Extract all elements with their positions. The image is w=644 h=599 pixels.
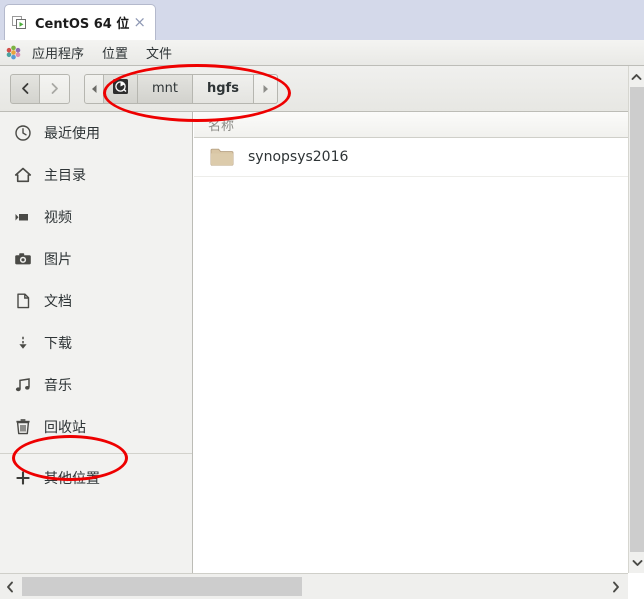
video-camera-icon [14, 208, 32, 226]
trash-icon [14, 418, 32, 436]
file-name-label: synopsys2016 [248, 149, 349, 165]
sidebar-item-label: 文档 [44, 294, 72, 310]
file-list-view: 名称 synopsys2016 [194, 112, 628, 573]
document-icon [14, 292, 32, 310]
navigation-buttons [10, 73, 70, 104]
sidebar-item-videos[interactable]: 视频 [0, 196, 192, 238]
virtual-machine-icon [11, 14, 29, 32]
breadcrumb-device-root[interactable] [104, 73, 138, 104]
sidebar-item-downloads[interactable]: 下载 [0, 322, 192, 364]
chevron-up-icon [631, 73, 642, 80]
sidebar-item-label: 最近使用 [44, 126, 100, 142]
sidebar-other-locations[interactable]: 其他位置 [0, 458, 192, 498]
vmware-window-chrome: CentOS 64 位 × [0, 0, 644, 40]
sidebar-item-trash[interactable]: 回收站 [0, 406, 192, 448]
file-manager-window: mnt hgfs 最近使用 主目录 视频 图片 文档 下载 音乐 回收站 其他位… [0, 66, 644, 599]
home-icon [14, 166, 32, 184]
sidebar-item-label: 音乐 [44, 378, 72, 394]
gnome-applications-icon [6, 45, 21, 60]
table-row[interactable]: synopsys2016 [194, 138, 628, 177]
breadcrumb-scroll-left-button[interactable] [84, 73, 104, 104]
scroll-up-button[interactable] [629, 66, 644, 87]
breadcrumb-scroll-right-button[interactable] [253, 73, 278, 104]
places-sidebar: 最近使用 主目录 视频 图片 文档 下载 音乐 回收站 其他位置 [0, 112, 193, 573]
vmware-vm-tab[interactable]: CentOS 64 位 × [4, 4, 156, 40]
sidebar-other-locations-label: 其他位置 [44, 471, 100, 487]
chevron-left-icon [7, 581, 13, 592]
triangle-right-icon [263, 84, 268, 93]
vmware-tab-title: CentOS 64 位 [35, 17, 130, 32]
drive-icon [112, 78, 129, 99]
camera-icon [14, 250, 32, 268]
column-header-label: 名称 [208, 119, 235, 134]
vertical-scrollbar-thumb[interactable] [630, 87, 644, 573]
sidebar-item-label: 图片 [44, 252, 72, 268]
forward-button[interactable] [40, 73, 70, 104]
sidebar-item-pictures[interactable]: 图片 [0, 238, 192, 280]
sidebar-item-label: 主目录 [44, 168, 86, 184]
sidebar-item-home[interactable]: 主目录 [0, 154, 192, 196]
scroll-down-button[interactable] [629, 552, 644, 573]
sidebar-divider [0, 453, 192, 454]
panel-menu-files[interactable]: 文件 [137, 41, 181, 64]
download-arrow-icon [14, 334, 32, 352]
horizontal-scrollbar[interactable] [0, 573, 628, 599]
music-note-icon [14, 376, 32, 394]
chevron-right-icon [613, 581, 619, 592]
chevron-down-icon [632, 559, 642, 566]
sidebar-item-label: 视频 [44, 210, 72, 226]
back-button[interactable] [10, 73, 40, 104]
scroll-right-button[interactable] [606, 574, 626, 599]
file-manager-toolbar: mnt hgfs [0, 66, 628, 112]
vertical-scrollbar[interactable] [628, 66, 644, 573]
plus-icon [14, 469, 32, 487]
chevron-left-icon [21, 83, 28, 94]
gnome-top-panel: 应用程序 位置 文件 [0, 40, 644, 66]
scroll-left-button[interactable] [0, 574, 20, 599]
breadcrumb-crumb-mnt[interactable]: mnt [138, 73, 193, 104]
breadcrumb-crumb-hgfs[interactable]: hgfs [193, 73, 254, 104]
folder-icon [210, 147, 234, 167]
sidebar-item-music[interactable]: 音乐 [0, 364, 192, 406]
vmware-tab-strip: CentOS 64 位 × [0, 0, 644, 40]
close-icon[interactable]: × [130, 15, 149, 30]
panel-menu-applications[interactable]: 应用程序 [23, 41, 93, 64]
breadcrumb-path: mnt hgfs [84, 73, 278, 104]
sidebar-item-label: 回收站 [44, 420, 86, 436]
sidebar-item-label: 下载 [44, 336, 72, 352]
sidebar-item-documents[interactable]: 文档 [0, 280, 192, 322]
file-manager-body: 最近使用 主目录 视频 图片 文档 下载 音乐 回收站 其他位置 名称 syno… [0, 112, 628, 573]
column-header-name[interactable]: 名称 [194, 112, 628, 138]
clock-icon [14, 124, 32, 142]
chevron-right-icon [51, 83, 58, 94]
horizontal-scrollbar-thumb[interactable] [22, 577, 302, 596]
panel-menu-places[interactable]: 位置 [93, 41, 137, 64]
sidebar-item-recent[interactable]: 最近使用 [0, 112, 192, 154]
triangle-left-icon [91, 84, 96, 93]
